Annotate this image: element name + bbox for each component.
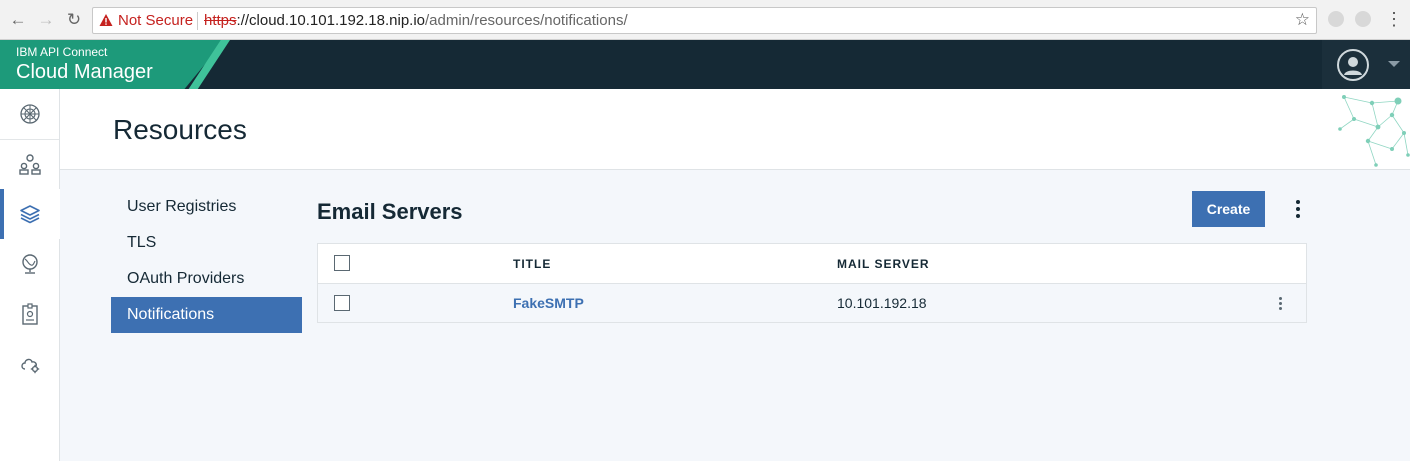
rail-item-dashboard[interactable] [0, 89, 60, 139]
avatar-icon[interactable] [1337, 49, 1369, 81]
row-overflow-menu-icon[interactable] [1273, 294, 1287, 312]
topology-globe-icon [22, 254, 38, 274]
url-scheme: https [204, 12, 237, 29]
extension-icon[interactable] [1355, 11, 1371, 27]
rail-item-topology[interactable] [0, 239, 60, 289]
reload-icon[interactable]: ↻ [64, 9, 84, 31]
overflow-menu-icon[interactable] [1288, 195, 1308, 223]
browser-toolbar: ← → ↻ Not Secure https://cloud.10.101.19… [0, 0, 1410, 40]
dot [1278, 306, 1282, 310]
page-title: Resources [113, 114, 247, 145]
page-header: Resources [60, 89, 1410, 170]
user-menu[interactable] [1322, 40, 1410, 89]
dashboard-icon [20, 104, 40, 124]
app-header: IBM API Connect Cloud Manager [0, 40, 1410, 89]
dot [1296, 200, 1300, 204]
dot [1296, 207, 1300, 211]
provider-orgs-icon [19, 154, 41, 175]
dot [1278, 296, 1282, 300]
subnav-item-notifications[interactable]: Notifications [111, 297, 302, 333]
create-button[interactable]: Create [1192, 191, 1265, 227]
brand-product-name: IBM API Connect [16, 45, 108, 59]
subnav-item-oauth-providers[interactable]: OAuth Providers [111, 261, 302, 297]
select-all-checkbox[interactable] [334, 255, 350, 271]
members-badge-icon [22, 303, 38, 325]
row-checkbox[interactable] [334, 295, 350, 311]
subnav-item-user-registries[interactable]: User Registries [111, 189, 302, 225]
extension-icon[interactable] [1328, 11, 1344, 27]
column-header-mail-server[interactable]: MAIL SERVER [837, 257, 930, 271]
url-text: https://cloud.10.101.192.18.nip.io/admin… [204, 12, 628, 29]
row-mail-server: 10.101.192.18 [837, 295, 927, 311]
warning-icon [99, 14, 113, 26]
column-header-title[interactable]: TITLE [513, 257, 551, 271]
dot [1296, 214, 1300, 218]
url-divider [197, 12, 198, 30]
rail-item-provider-orgs[interactable] [0, 139, 60, 189]
active-indicator [0, 189, 4, 239]
email-servers-table: TITLE MAIL SERVER FakeSMTP 10.101.192.18 [317, 243, 1307, 323]
network-decoration-icon [1338, 95, 1410, 167]
url-path: /admin/resources/notifications/ [425, 12, 628, 29]
chevron-down-icon[interactable] [1388, 61, 1400, 67]
cloud-settings-icon [21, 358, 40, 374]
table-header: TITLE MAIL SERVER [318, 244, 1306, 284]
bookmark-star-icon[interactable]: ☆ [1295, 10, 1310, 30]
table-row[interactable]: FakeSMTP 10.101.192.18 [318, 284, 1306, 322]
not-secure-label: Not Secure [118, 12, 194, 29]
address-bar[interactable]: Not Secure https://cloud.10.101.192.18.n… [92, 7, 1317, 34]
row-title-link[interactable]: FakeSMTP [513, 295, 584, 311]
resources-layers-icon [20, 205, 40, 224]
url-host: ://cloud.10.101.192.18.nip.io [236, 12, 426, 29]
section-title: Email Servers [317, 199, 463, 224]
rail-item-cloud-settings[interactable] [0, 339, 60, 389]
forward-arrow-icon[interactable]: → [36, 9, 56, 31]
brand-app-title: Cloud Manager [16, 61, 153, 83]
rail-item-resources[interactable] [0, 189, 60, 239]
browser-menu-icon[interactable]: ⋮ [1385, 9, 1403, 29]
rail-item-members[interactable] [0, 289, 60, 339]
subnav-item-tls[interactable]: TLS [111, 225, 302, 261]
back-arrow-icon[interactable]: ← [8, 9, 28, 31]
left-nav-rail [0, 89, 60, 461]
dot [1278, 301, 1282, 305]
